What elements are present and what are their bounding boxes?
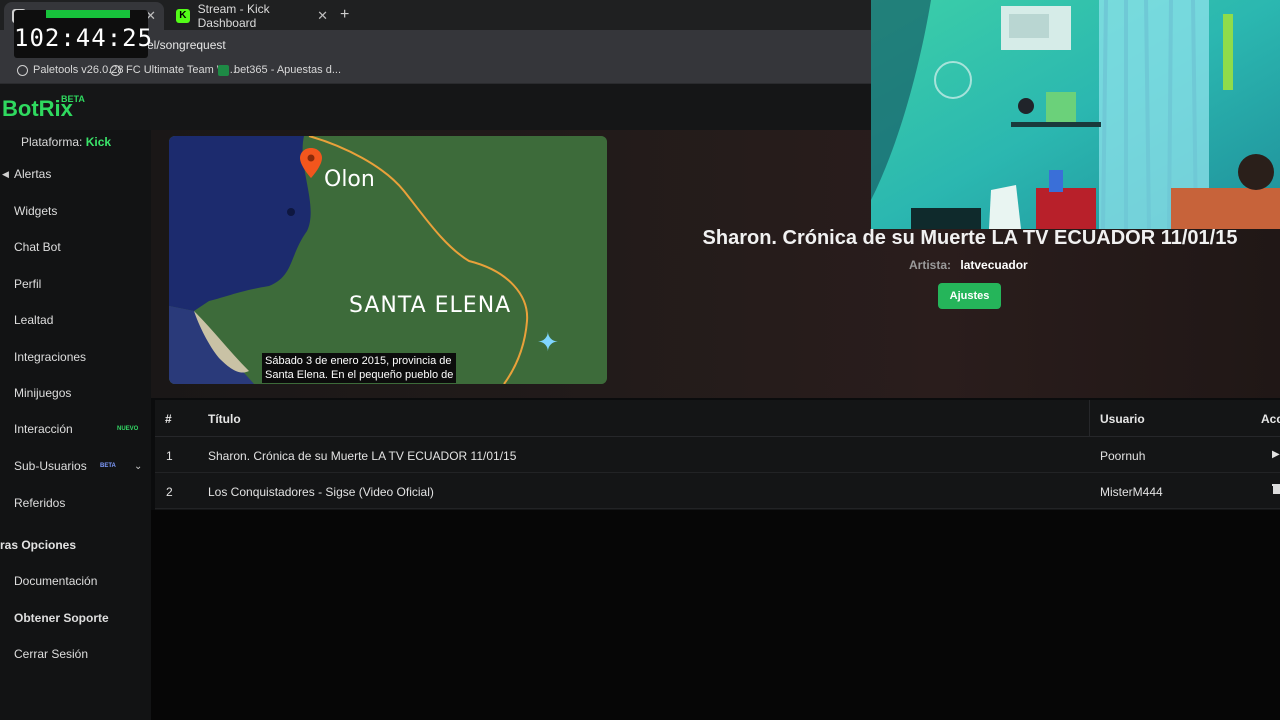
- sidebar-item-label: Referidos: [14, 496, 66, 510]
- sidebar-item-widgets[interactable]: Widgets: [0, 196, 151, 226]
- sidebar-item-label: Cerrar Sesión: [14, 647, 89, 661]
- song-queue-table: # Título Usuario Acc 1 Sharon. Crónica d…: [155, 400, 1280, 510]
- row-user: MisterM444: [1100, 485, 1163, 499]
- sidebar-item-label: Lealtad: [14, 313, 54, 327]
- table-row[interactable]: 1 Sharon. Crónica de su Muerte LA TV ECU…: [155, 437, 1280, 473]
- platform-value: Kick: [85, 135, 112, 149]
- close-icon[interactable]: ✕: [317, 8, 328, 24]
- sidebar-item-label: Widgets: [14, 204, 58, 218]
- new-badge: NUEVO: [117, 426, 139, 432]
- header-user: Usuario: [1100, 412, 1145, 426]
- timer-banner: [46, 10, 130, 18]
- tab-label: Stream - Kick Dashboard: [197, 2, 270, 30]
- row-num: 2: [166, 485, 173, 499]
- map-region-label: SANTA ELENA: [349, 293, 511, 318]
- sidebar-item-label: Chat Bot: [14, 240, 61, 254]
- trash-icon[interactable]: [1272, 483, 1280, 497]
- bookmark-label: bet365 - Apuestas d...: [234, 64, 342, 76]
- channel-watermark-icon: ✦: [537, 328, 559, 358]
- content-empty-area: [151, 510, 1280, 720]
- sidebar-section-title: ras Opciones: [0, 538, 77, 552]
- sidebar-item-minijuegos[interactable]: Minijuegos: [0, 378, 151, 408]
- sidebar-item-referidos[interactable]: Referidos: [0, 488, 151, 518]
- stream-timer-overlay: 102:44:25: [14, 10, 154, 58]
- sidebar-item-label: Obtener Soporte: [14, 611, 109, 625]
- header-actions: Acc: [1261, 412, 1280, 426]
- bet365-icon: [218, 64, 229, 76]
- row-num: 1: [166, 449, 173, 463]
- sidebar-item-label: Documentación: [14, 574, 98, 588]
- table-row[interactable]: 2 Los Conquistadores - Sigse (Video Ofic…: [155, 473, 1280, 509]
- sidebar-item-lealtad[interactable]: Lealtad: [0, 305, 151, 335]
- sidebar-item-perfil[interactable]: Perfil: [0, 269, 151, 299]
- brand-beta-tag: BETA: [61, 94, 85, 104]
- table-header: # Título Usuario Acc: [155, 400, 1280, 437]
- sidebar-item-label: Interacción: [14, 422, 73, 436]
- bell-icon: ◀: [2, 168, 9, 179]
- artist-line: Artista: latvecuador: [909, 258, 1028, 272]
- row-user: Poornuh: [1100, 449, 1146, 463]
- screen: ✕ K Stream - Kick Dashboard ✕ + el/songr…: [0, 0, 1280, 720]
- sidebar-item-alertas[interactable]: ◀ Alertas: [0, 159, 151, 189]
- header-num: #: [165, 412, 172, 426]
- video-player[interactable]: Olon SANTA ELENA ✦ Sábado 3 de enero 201…: [169, 136, 607, 384]
- new-tab-icon[interactable]: +: [340, 6, 349, 24]
- sidebar-item-label: Perfil: [14, 277, 42, 291]
- bookmark-bet365[interactable]: bet365 - Apuestas d...: [218, 64, 341, 76]
- artist-value: latvecuador: [960, 258, 1028, 272]
- caption-line: Sábado 3 de enero 2015, provincia de: [265, 355, 452, 367]
- webcam-scene: [871, 0, 1280, 229]
- column-divider: [1089, 400, 1090, 437]
- chevron-down-icon[interactable]: ⌄: [134, 461, 142, 472]
- sidebar-item-chat-bot[interactable]: Chat Bot: [0, 232, 151, 262]
- bookmark-fc-ultimate[interactable]: FC Ultimate Team W...: [110, 64, 236, 76]
- now-playing-title: Sharon. Crónica de su Muerte LA TV ECUAD…: [702, 227, 1238, 249]
- sidebar-item-label: Sub-Usuarios: [14, 459, 87, 473]
- map-town-label: Olon: [324, 167, 375, 192]
- platform-label: Plataforma:: [21, 135, 83, 149]
- bookmark-paletools[interactable]: Paletools v26.0.28: [17, 64, 124, 76]
- caption-line: Santa Elena. En el pequeño pueblo de: [265, 369, 454, 381]
- webcam-overlay: [871, 0, 1280, 229]
- sidebar-item-label: Minijuegos: [14, 386, 72, 400]
- sidebar-item-documentacion[interactable]: Documentación: [0, 566, 151, 596]
- artist-label: Artista:: [909, 258, 952, 272]
- sidebar-item-label: Integraciones: [14, 350, 87, 364]
- sidebar-item-sub-usuarios[interactable]: Sub-Usuarios BETA ⌄: [0, 451, 151, 481]
- tab-kick-dashboard[interactable]: K Stream - Kick Dashboard ✕: [168, 2, 336, 30]
- platform-indicator: Plataforma: Kick: [21, 135, 111, 149]
- video-caption: Sábado 3 de enero 2015, provincia de San…: [262, 353, 457, 383]
- url-text[interactable]: el/songrequest: [147, 38, 226, 52]
- header-title: Título: [208, 412, 241, 426]
- kick-icon: K: [176, 9, 190, 23]
- settings-button[interactable]: Ajustes: [938, 283, 1001, 309]
- globe-icon: [17, 64, 28, 76]
- globe-icon: [110, 64, 121, 76]
- sidebar-item-soporte[interactable]: Obtener Soporte: [0, 603, 151, 633]
- row-title: Los Conquistadores - Sigse (Video Oficia…: [208, 485, 434, 499]
- sidebar-item-integraciones[interactable]: Integraciones: [0, 342, 151, 372]
- sidebar-item-label: Alertas: [14, 167, 52, 181]
- play-icon[interactable]: ▶: [1272, 449, 1280, 460]
- map-frame: Olon SANTA ELENA ✦: [169, 136, 607, 384]
- timer-value: 102:44:25: [14, 24, 154, 52]
- beta-badge: BETA: [100, 463, 116, 469]
- sidebar-item-interaccion[interactable]: Interacción NUEVO: [0, 414, 151, 444]
- row-title: Sharon. Crónica de su Muerte LA TV ECUAD…: [208, 449, 517, 463]
- sidebar-item-cerrar-sesion[interactable]: Cerrar Sesión: [0, 639, 151, 669]
